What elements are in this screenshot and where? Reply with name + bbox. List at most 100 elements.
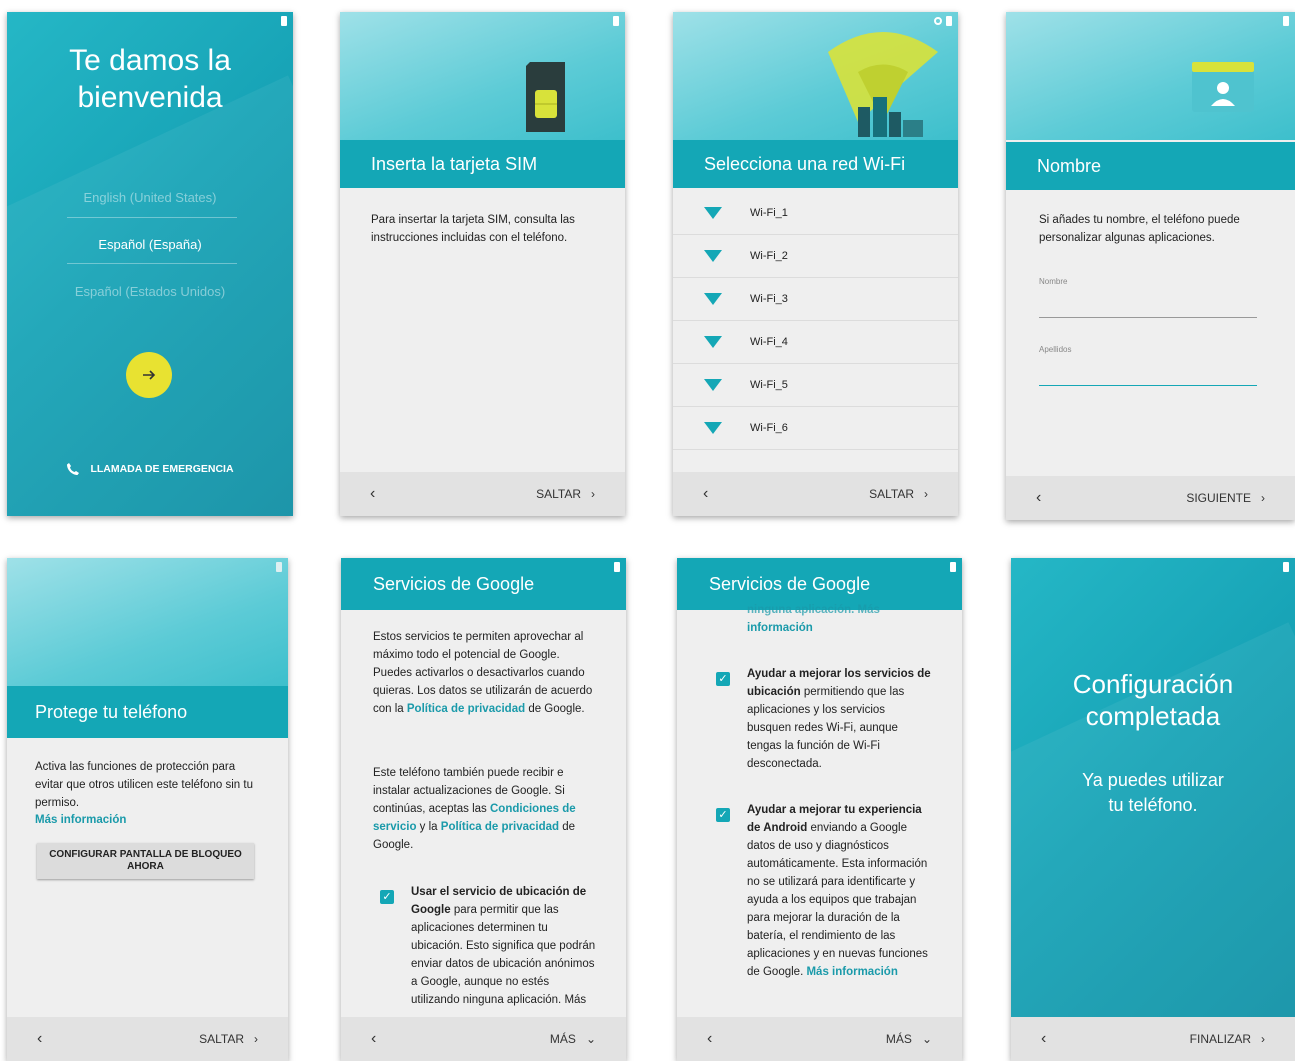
android-experience-option: Ayudar a mejorar tu experiencia de Andro… (747, 801, 932, 981)
status-bar (950, 561, 956, 573)
wifi-network-item[interactable]: Wi-Fi_3 (673, 278, 958, 321)
back-button[interactable]: ‹ (37, 1030, 42, 1048)
android-experience-checkbox[interactable]: ✓ (716, 808, 730, 822)
emergency-call-button[interactable]: LLAMADA DE EMERGENCIA (7, 462, 293, 476)
more-info-link[interactable]: Más información (35, 811, 126, 829)
setup-complete-screen: Configuración completada Ya puedes utili… (1011, 558, 1295, 1061)
wifi-city-icon (828, 32, 938, 137)
chevron-down-icon: ⌄ (585, 1032, 596, 1046)
wifi-network-name: Wi-Fi_1 (750, 207, 788, 219)
paragraph-text: de Google. (525, 703, 585, 715)
cut-off-line: ninguna aplicación. Más (747, 604, 880, 616)
start-button[interactable] (126, 352, 172, 398)
status-bar (934, 15, 952, 27)
footer-nav: ‹ SALTAR › (340, 472, 625, 516)
header-illustration (673, 12, 958, 140)
skip-label: SALTAR (536, 487, 581, 501)
privacy-policy-link[interactable]: Política de privacidad (441, 821, 559, 833)
complete-title: Configuración completada (1011, 668, 1295, 732)
more-button[interactable]: MÁS ⌄ (550, 1032, 596, 1046)
back-button[interactable]: ‹ (1041, 1030, 1046, 1048)
wifi-network-item[interactable]: Wi-Fi_2 (673, 235, 958, 278)
sim-instructions: Para insertar la tarjeta SIM, consulta l… (371, 214, 575, 244)
paragraph-text: y la (416, 821, 441, 833)
status-bar (276, 561, 282, 573)
battery-icon (946, 16, 952, 26)
wifi-screen: Selecciona una red Wi-Fi Wi-Fi_1 Wi-Fi_2… (673, 12, 958, 516)
lock-button-line2: AHORA (127, 861, 164, 872)
battery-icon (613, 16, 619, 26)
skip-label: SALTAR (199, 1032, 244, 1046)
page-title: Inserta la tarjeta SIM (340, 140, 625, 188)
divider (67, 263, 237, 264)
last-name-field[interactable] (1039, 385, 1257, 386)
welcome-screen: Te damos la bienvenida English (United S… (7, 12, 293, 516)
chevron-right-icon: › (924, 487, 928, 501)
complete-subtitle-line2: tu teléfono. (1108, 795, 1198, 815)
footer-nav: ‹ MÁS ⌄ (341, 1017, 626, 1061)
footer-nav: ‹ SALTAR › (7, 1017, 288, 1061)
wifi-signal-icon (704, 336, 722, 348)
wifi-network-name: Wi-Fi_5 (750, 379, 788, 391)
skip-button[interactable]: SALTAR › (199, 1032, 258, 1046)
complete-subtitle-line1: Ya puedes utilizar (1082, 770, 1224, 790)
back-button[interactable]: ‹ (370, 485, 375, 503)
page-title: Nombre (1006, 142, 1295, 190)
footer-nav: ‹ SALTAR › (673, 472, 958, 516)
welcome-title-line2: bienvenida (77, 81, 223, 114)
complete-subtitle: Ya puedes utilizar tu teléfono. (1011, 768, 1295, 818)
finish-button[interactable]: FINALIZAR › (1190, 1032, 1265, 1046)
back-button[interactable]: ‹ (703, 485, 708, 503)
lock-button-line1: CONFIGURAR PANTALLA DE BLOQUEO (49, 849, 242, 860)
battery-icon (276, 562, 282, 572)
chevron-down-icon: ⌄ (921, 1032, 932, 1046)
wifi-network-item[interactable]: Wi-Fi_5 (673, 364, 958, 407)
welcome-title: Te damos la bienvenida (7, 42, 293, 116)
sync-icon (934, 17, 942, 25)
arrow-right-icon (143, 370, 156, 380)
page-title: Servicios de Google (341, 558, 626, 610)
wifi-network-name: Wi-Fi_3 (750, 293, 788, 305)
skip-button[interactable]: SALTAR › (869, 487, 928, 501)
more-button[interactable]: MÁS ⌄ (886, 1032, 932, 1046)
wifi-network-item[interactable]: Wi-Fi_4 (673, 321, 958, 364)
divider (67, 217, 237, 218)
name-screen: Nombre Si añades tu nombre, el teléfono … (1006, 12, 1295, 520)
back-button[interactable]: ‹ (1036, 489, 1041, 507)
wifi-network-item[interactable]: Wi-Fi_6 (673, 407, 958, 450)
chevron-right-icon: › (1261, 491, 1265, 505)
skip-label: SALTAR (869, 487, 914, 501)
location-service-checkbox[interactable]: ✓ (380, 890, 394, 904)
skip-button[interactable]: SALTAR › (536, 487, 595, 501)
option-description: para permitir que las aplicaciones deter… (411, 904, 596, 1006)
status-bar (1283, 561, 1289, 573)
wifi-signal-icon (704, 379, 722, 391)
wifi-signal-icon (704, 250, 722, 262)
wifi-network-item[interactable]: Wi-Fi_1 (673, 192, 958, 235)
more-info-link[interactable]: Más información (806, 966, 897, 978)
back-button[interactable]: ‹ (707, 1030, 712, 1048)
chevron-right-icon: › (1261, 1032, 1265, 1046)
header-illustration (7, 558, 288, 686)
location-service-option: Usar el servicio de ubicación de Google … (411, 883, 596, 1015)
next-button[interactable]: SIGUIENTE › (1186, 491, 1265, 505)
emergency-label: LLAMADA DE EMERGENCIA (90, 463, 234, 475)
complete-title-line1: Configuración (1072, 669, 1234, 699)
wifi-signal-icon (704, 293, 722, 305)
footer-nav: ‹ SIGUIENTE › (1006, 476, 1295, 520)
phone-icon (67, 463, 80, 475)
location-improve-checkbox[interactable]: ✓ (716, 672, 730, 686)
more-info-link[interactable]: información (747, 619, 932, 635)
back-button[interactable]: ‹ (371, 1030, 376, 1048)
protect-description: Activa las funciones de protección para … (35, 761, 253, 809)
language-option-english[interactable]: English (United States) (7, 190, 293, 205)
name-description: Si añades tu nombre, el teléfono puede p… (1039, 214, 1240, 244)
language-option-estados-unidos[interactable]: Español (Estados Unidos) (7, 284, 293, 299)
configure-lock-screen-button[interactable]: CONFIGURAR PANTALLA DE BLOQUEO AHORA (37, 843, 254, 879)
first-name-field[interactable] (1039, 317, 1257, 318)
privacy-policy-link[interactable]: Política de privacidad (407, 703, 525, 715)
status-bar (614, 561, 620, 573)
status-bar (1283, 15, 1289, 27)
status-bar (613, 15, 619, 27)
language-option-espana[interactable]: Español (España) (7, 237, 293, 252)
